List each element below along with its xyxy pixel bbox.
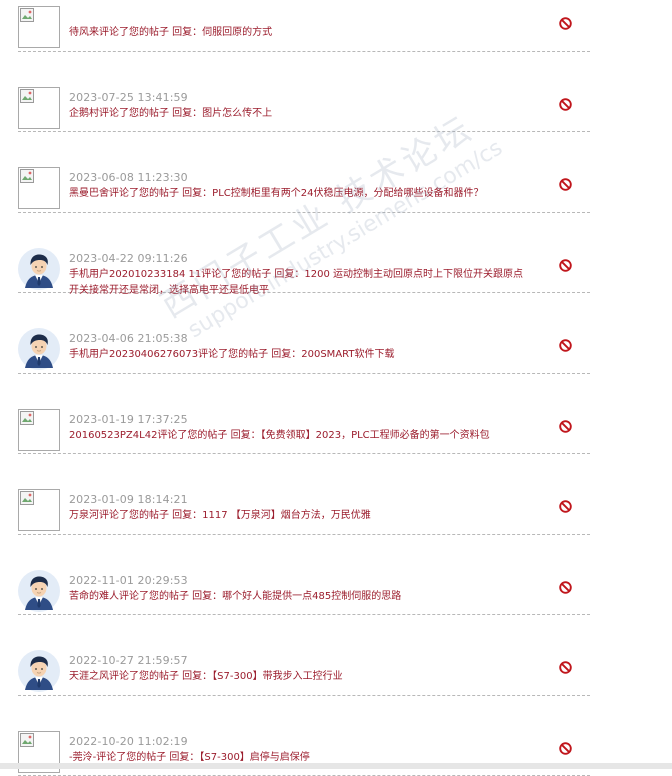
notification-item: 2023-04-06 21:05:38 手机用户20230406276073评论了… <box>18 293 590 374</box>
person-avatar-icon[interactable] <box>18 328 60 370</box>
prohibit-icon[interactable] <box>559 500 572 513</box>
broken-image-icon[interactable] <box>18 409 60 451</box>
notification-text[interactable]: 天涯之风评论了您的帖子 回复：【S7-300】带我步入工控行业 <box>69 669 529 685</box>
prohibit-icon[interactable] <box>559 98 572 111</box>
person-avatar-icon[interactable] <box>18 650 60 692</box>
prohibit-icon[interactable] <box>559 259 572 272</box>
notification-text[interactable]: 企鹅村评论了您的帖子 回复：图片怎么传不上 <box>69 106 529 122</box>
broken-image-icon[interactable] <box>18 6 60 48</box>
notification-timestamp: 2023-04-22 09:11:26 <box>69 252 188 265</box>
notification-timestamp: 2023-01-09 18:14:21 <box>69 493 188 506</box>
notification-item: 2022-11-01 20:29:53 苦命的难人评论了您的帖子 回复：哪个好人能… <box>18 535 590 616</box>
notification-text[interactable]: 苦命的难人评论了您的帖子 回复：哪个好人能提供一点485控制伺服的思路 <box>69 589 529 605</box>
prohibit-icon[interactable] <box>559 661 572 674</box>
broken-image-icon[interactable] <box>18 489 60 531</box>
notification-timestamp: 2023-01-19 17:37:25 <box>69 413 188 426</box>
prohibit-icon[interactable] <box>559 420 572 433</box>
prohibit-icon[interactable] <box>559 178 572 191</box>
notification-item: 2023-04-22 09:11:26手机用户202010233184 11评论… <box>18 213 590 294</box>
notification-timestamp: 2022-10-27 21:59:57 <box>69 654 188 667</box>
broken-image-icon[interactable] <box>18 87 60 129</box>
notification-timestamp: 2023-04-06 21:05:38 <box>69 332 188 345</box>
notification-item: 2022-10-27 21:59:57 天涯之风评论了您的帖子 回复：【S7-30… <box>18 615 590 696</box>
broken-image-icon[interactable] <box>18 167 60 209</box>
notification-timestamp: 2023-06-08 11:23:30 <box>69 171 188 184</box>
prohibit-icon[interactable] <box>559 339 572 352</box>
notification-item: 2023-01-09 18:14:21 万泉河评论了您的帖子 回复：1117 【万… <box>18 454 590 535</box>
notification-timestamp: 2022-11-01 20:29:53 <box>69 574 188 587</box>
notification-text[interactable]: 待风来评论了您的帖子 回复：伺服回原的方式 <box>69 25 529 41</box>
notification-text[interactable]: 黑曼巴舍评论了您的帖子 回复：PLC控制柜里有两个24伏稳压电源，分配给哪些设备… <box>69 186 529 202</box>
notification-text[interactable]: 手机用户20230406276073评论了您的帖子 回复：200SMART软件下… <box>69 347 529 363</box>
notification-text[interactable]: 20160523PZ4L42评论了您的帖子 回复：【免费领取】2023，PLC工… <box>69 428 529 444</box>
prohibit-icon[interactable] <box>559 581 572 594</box>
notification-timestamp: 2023-07-25 13:41:59 <box>69 91 188 104</box>
prohibit-icon[interactable] <box>559 742 572 755</box>
person-avatar-icon[interactable] <box>18 570 60 612</box>
person-avatar-icon[interactable] <box>18 248 60 290</box>
notification-item: 2023-06-08 11:23:30 黑曼巴舍评论了您的帖子 回复：PLC控制柜… <box>18 132 590 213</box>
notification-item: 2023-07-25 13:41:59 企鹅村评论了您的帖子 回复：图片怎么传不上 <box>18 52 590 133</box>
prohibit-icon[interactable] <box>559 17 572 30</box>
notification-timestamp: 2022-10-20 11:02:19 <box>69 735 188 748</box>
notification-item: 2023-01-19 17:37:25 20160523PZ4L42评论了您的帖子… <box>18 374 590 455</box>
notification-item: 待风来评论了您的帖子 回复：伺服回原的方式 <box>18 0 590 52</box>
horizontal-scrollbar[interactable] <box>0 763 672 769</box>
notification-text[interactable]: 万泉河评论了您的帖子 回复：1117 【万泉河】烟台方法，万民优雅 <box>69 508 529 524</box>
notification-list: 待风来评论了您的帖子 回复：伺服回原的方式 2023-07-25 13:41:59… <box>18 0 590 776</box>
